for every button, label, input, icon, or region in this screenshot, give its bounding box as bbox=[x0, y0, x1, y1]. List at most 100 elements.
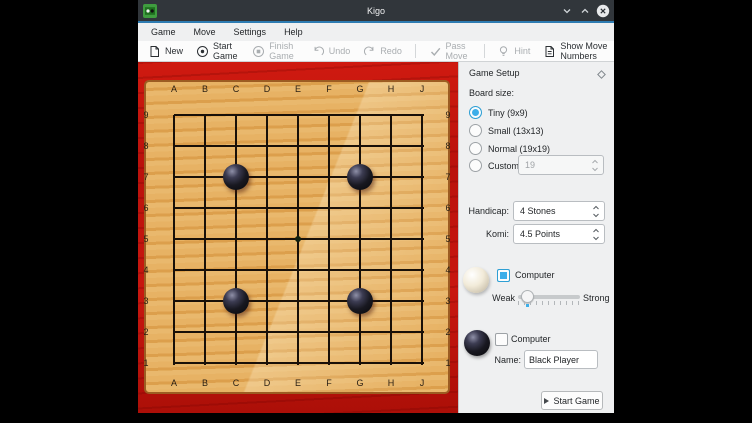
row-label-right: 6 bbox=[440, 203, 456, 213]
undo-button[interactable]: Undo bbox=[312, 45, 351, 58]
grid-line-vertical bbox=[204, 115, 206, 365]
spin-arrows-icon[interactable] bbox=[592, 204, 600, 219]
column-label-top: F bbox=[319, 84, 339, 94]
menu-settings[interactable]: Settings bbox=[225, 23, 276, 41]
black-stone-g3 bbox=[347, 288, 373, 314]
start-game-toolbar-button[interactable]: Start Game bbox=[196, 41, 239, 61]
komi-value: 4.5 Points bbox=[520, 229, 560, 239]
grid-line-vertical bbox=[359, 115, 361, 365]
radio-tiny-label: Tiny (9x9) bbox=[488, 108, 528, 118]
grid-line-horizontal bbox=[174, 207, 424, 209]
komi-spinbox[interactable]: 4.5 Points bbox=[513, 224, 605, 244]
handicap-value: 4 Stones bbox=[520, 206, 556, 216]
black-computer-label: Computer bbox=[511, 334, 551, 344]
show-move-numbers-button[interactable]: Show Move Numbers bbox=[543, 41, 614, 61]
spin-arrows-icon[interactable] bbox=[592, 227, 600, 242]
pass-move-button[interactable]: Pass Move bbox=[429, 41, 471, 61]
grid-line-horizontal bbox=[174, 362, 424, 364]
row-label-right: 1 bbox=[440, 358, 456, 368]
column-label-top: G bbox=[350, 84, 370, 94]
black-name-label: Name: bbox=[479, 355, 521, 365]
handicap-label: Handicap: bbox=[459, 206, 509, 216]
white-computer-checkbox[interactable] bbox=[497, 269, 510, 282]
strength-slider-ticks bbox=[518, 301, 580, 305]
start-game-button[interactable]: Start Game bbox=[541, 391, 603, 410]
radio-normal-19x19[interactable] bbox=[469, 142, 482, 155]
hint-label: Hint bbox=[514, 46, 530, 56]
row-label-left: 2 bbox=[138, 327, 154, 337]
radio-tiny-9x9[interactable] bbox=[469, 106, 482, 119]
column-label-top: B bbox=[195, 84, 215, 94]
black-name-input[interactable] bbox=[524, 350, 598, 369]
menu-move[interactable]: Move bbox=[185, 23, 225, 41]
numbered-document-icon bbox=[543, 45, 556, 58]
row-label-left: 7 bbox=[138, 172, 154, 182]
strength-strong-label: Strong bbox=[583, 293, 610, 303]
grid-line-horizontal bbox=[174, 300, 424, 302]
lightbulb-icon bbox=[497, 45, 510, 58]
titlebar[interactable]: Kigo bbox=[138, 0, 614, 21]
radio-normal-label: Normal (19x19) bbox=[488, 144, 550, 154]
column-label-top: E bbox=[288, 84, 308, 94]
start-game-label: Start Game bbox=[213, 41, 239, 61]
toolbar: New Start Game Finish Game Undo Redo Pas… bbox=[138, 41, 614, 62]
white-stone-image bbox=[463, 267, 489, 293]
grid-line-vertical bbox=[266, 115, 268, 365]
redo-label: Redo bbox=[380, 46, 402, 56]
close-button[interactable] bbox=[596, 4, 610, 18]
new-button[interactable]: New bbox=[148, 45, 183, 58]
finish-game-label: Finish Game bbox=[269, 41, 299, 61]
minimize-button[interactable] bbox=[560, 4, 574, 18]
grid-line-vertical bbox=[421, 115, 423, 365]
pass-move-label: Pass Move bbox=[446, 41, 471, 61]
play-triangle-icon bbox=[544, 398, 549, 404]
undo-label: Undo bbox=[329, 46, 351, 56]
redo-button[interactable]: Redo bbox=[363, 45, 402, 58]
grid-line-vertical bbox=[173, 115, 175, 365]
column-label-bottom: G bbox=[350, 378, 370, 388]
hint-button[interactable]: Hint bbox=[497, 45, 530, 58]
black-computer-checkbox[interactable] bbox=[495, 333, 508, 346]
column-label-top: D bbox=[257, 84, 277, 94]
maximize-button[interactable] bbox=[578, 4, 592, 18]
stop-circle-icon bbox=[252, 45, 265, 58]
white-computer-label: Computer bbox=[515, 270, 555, 280]
row-label-right: 8 bbox=[440, 141, 456, 151]
row-label-right: 7 bbox=[440, 172, 456, 182]
row-label-right: 2 bbox=[440, 327, 456, 337]
grid-line-horizontal bbox=[174, 114, 424, 116]
column-label-top: C bbox=[226, 84, 246, 94]
spin-arrows-icon[interactable] bbox=[591, 158, 599, 173]
radio-small-13x13[interactable] bbox=[469, 124, 482, 137]
grid-line-vertical bbox=[235, 115, 237, 365]
record-circle-icon bbox=[196, 45, 209, 58]
show-move-numbers-label: Show Move Numbers bbox=[560, 41, 614, 61]
column-label-bottom: F bbox=[319, 378, 339, 388]
menu-help[interactable]: Help bbox=[275, 23, 312, 41]
handicap-spinbox[interactable]: 4 Stones bbox=[513, 201, 605, 221]
komi-label: Komi: bbox=[459, 229, 509, 239]
grid-line-horizontal bbox=[174, 145, 424, 147]
grid-line-horizontal bbox=[174, 331, 424, 333]
new-label: New bbox=[165, 46, 183, 56]
column-label-bottom: E bbox=[288, 378, 308, 388]
finish-game-button[interactable]: Finish Game bbox=[252, 41, 299, 61]
radio-custom[interactable] bbox=[469, 159, 482, 172]
row-label-left: 3 bbox=[138, 296, 154, 306]
row-label-right: 9 bbox=[440, 110, 456, 120]
black-stone-c3 bbox=[223, 288, 249, 314]
grid-line-horizontal bbox=[174, 269, 424, 271]
strength-slider-track[interactable] bbox=[518, 295, 580, 299]
board-size-label: Board size: bbox=[469, 88, 514, 98]
chevron-down-icon bbox=[561, 5, 573, 17]
dock-float-icon[interactable] bbox=[597, 70, 606, 79]
column-label-bottom: A bbox=[164, 378, 184, 388]
row-label-left: 1 bbox=[138, 358, 154, 368]
grid-line-vertical bbox=[328, 115, 330, 365]
menu-game[interactable]: Game bbox=[142, 23, 185, 41]
strength-weak-label: Weak bbox=[489, 293, 515, 303]
window-title: Kigo bbox=[138, 6, 614, 16]
panel-title: Game Setup bbox=[469, 68, 520, 78]
custom-size-spinbox[interactable]: 19 bbox=[518, 155, 604, 175]
radio-small-label: Small (13x13) bbox=[488, 126, 544, 136]
